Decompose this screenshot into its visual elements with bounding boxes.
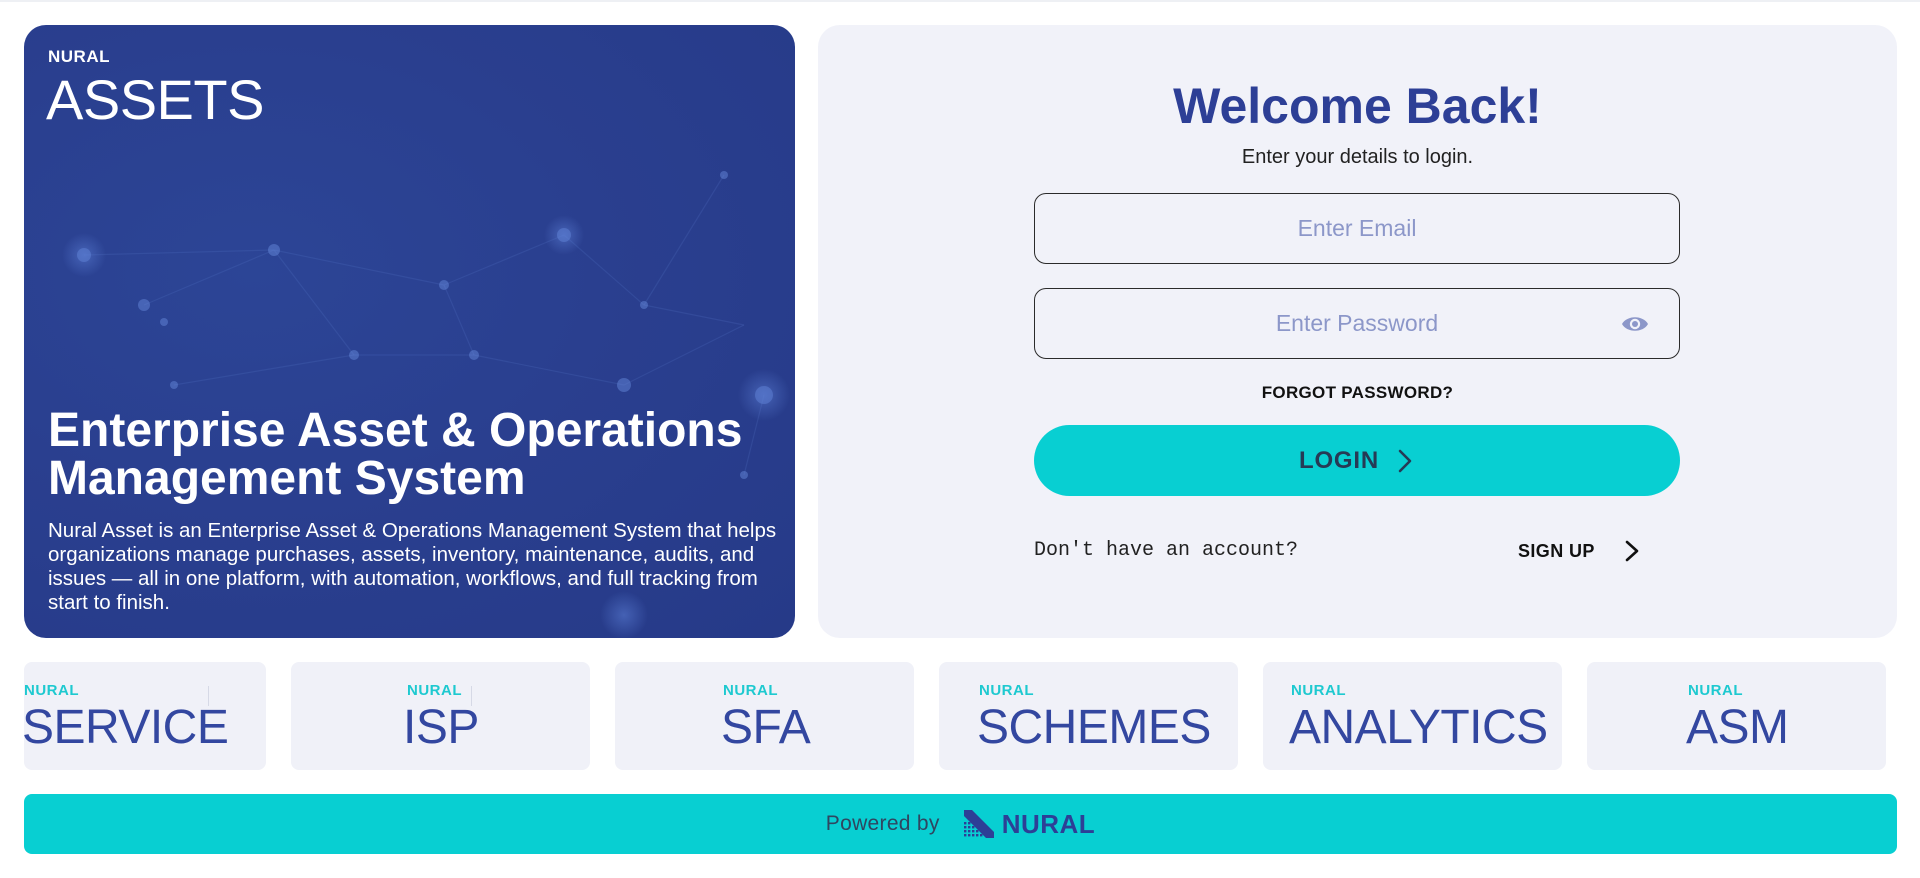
nural-logo-mark-icon bbox=[963, 810, 994, 838]
product-tile-name: ASM bbox=[1686, 701, 1789, 754]
product-tile-name: SFA bbox=[721, 701, 811, 754]
footer-logo-text: NURAL bbox=[1001, 808, 1096, 839]
forgot-password-link[interactable]: FORGOT PASSWORD? bbox=[818, 383, 1897, 403]
product-tile-schemes[interactable]: NURAL SCHEMES bbox=[939, 662, 1238, 770]
product-tile-asm[interactable]: NURAL ASM bbox=[1587, 662, 1886, 770]
product-tile-name: SCHEMES bbox=[977, 701, 1211, 754]
product-tile-sfa[interactable]: NURAL SFA bbox=[615, 662, 914, 770]
product-tile-isp[interactable]: NURAL ISP bbox=[291, 662, 590, 770]
product-tile-name: ISP bbox=[403, 701, 479, 754]
top-divider bbox=[0, 0, 1920, 2]
product-tile-brand: NURAL bbox=[723, 682, 778, 699]
tile-divider bbox=[471, 686, 472, 706]
product-tile-brand: NURAL bbox=[1291, 682, 1346, 699]
hero-description: Nural Asset is an Enterprise Asset & Ope… bbox=[48, 519, 777, 614]
signup-link[interactable]: SIGN UP bbox=[1518, 539, 1641, 563]
hero-panel: NURAL ASSETS Enterprise Asset & Operatio… bbox=[24, 25, 795, 638]
welcome-heading: Welcome Back! bbox=[1173, 78, 1542, 134]
product-tile-analytics[interactable]: NURAL ANALYTICS bbox=[1263, 662, 1562, 770]
product-tile-service[interactable]: NURAL SERVICE bbox=[24, 662, 266, 770]
hero-brand-logo: ASSETS bbox=[46, 68, 264, 131]
chevron-right-icon bbox=[1398, 449, 1412, 472]
chevron-right-icon bbox=[1625, 540, 1639, 562]
password-input[interactable] bbox=[1034, 288, 1680, 359]
login-button-label: LOGIN bbox=[1299, 446, 1379, 474]
hero-title: Enterprise Asset & Operations Management… bbox=[48, 404, 743, 505]
tile-divider bbox=[208, 686, 209, 706]
hero-brand-small: NURAL bbox=[48, 47, 110, 66]
signup-label: SIGN UP bbox=[1518, 540, 1595, 561]
login-button[interactable]: LOGIN bbox=[1034, 425, 1680, 496]
login-subtitle: Enter your details to login. bbox=[1241, 146, 1474, 168]
product-tile-name: ANALYTICS bbox=[1289, 701, 1548, 754]
email-input[interactable] bbox=[1034, 193, 1680, 264]
product-tile-brand: NURAL bbox=[24, 682, 79, 699]
show-password-eye-icon[interactable] bbox=[1620, 309, 1650, 339]
product-tile-brand: NURAL bbox=[979, 682, 1034, 699]
powered-by-text: Powered by bbox=[825, 812, 940, 835]
nural-logo: NURAL bbox=[962, 808, 1096, 840]
product-tile-brand: NURAL bbox=[1688, 682, 1743, 699]
powered-by-footer: Powered by NURAL bbox=[24, 794, 1897, 854]
login-panel: Welcome Back! Enter your details to logi… bbox=[818, 25, 1897, 638]
product-tile-brand: NURAL bbox=[407, 682, 462, 699]
product-tile-name: SERVICE bbox=[24, 701, 229, 754]
no-account-text: Don't have an account? bbox=[1034, 539, 1299, 562]
